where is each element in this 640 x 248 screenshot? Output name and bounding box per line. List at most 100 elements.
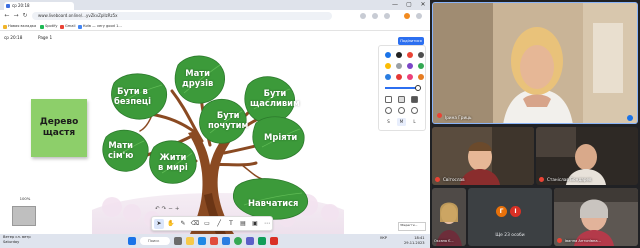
- avatar: Г: [496, 206, 507, 217]
- leaf-label-buty-v-bezpetsi[interactable]: Бути в безпеці: [114, 86, 151, 106]
- hand-tool-icon[interactable]: ✋: [166, 219, 176, 229]
- store-icon[interactable]: [222, 237, 230, 245]
- bookmark-label: Gmail: [65, 24, 76, 28]
- leaf-label-navchatysia[interactable]: Навчатися: [248, 198, 298, 209]
- participant-tile[interactable]: Іванна Антонівна...: [554, 188, 638, 246]
- sticky-note[interactable]: Дерево щастя: [31, 99, 87, 157]
- start-windows-icon[interactable]: [128, 237, 136, 245]
- share-button[interactable]: Поділитися: [398, 37, 424, 45]
- others-tile[interactable]: Г І Ще 23 особи: [468, 188, 552, 246]
- clock-date: 29.11.2023: [404, 241, 425, 245]
- line-tool-icon[interactable]: ╱: [214, 219, 224, 229]
- extensions-icon[interactable]: [360, 13, 366, 19]
- image-tool-icon[interactable]: ▣: [250, 219, 260, 229]
- close-window-button[interactable]: ✕: [416, 0, 430, 10]
- bookmark-item[interactable]: Gmail: [60, 23, 76, 30]
- minimize-button[interactable]: —: [388, 0, 402, 10]
- weather-widget[interactable]: Ветер сл. ветр Saturday: [3, 235, 31, 245]
- leaf-label-maty-simiu[interactable]: Мати сім'ю: [108, 140, 134, 160]
- undo-icon[interactable]: ↶: [155, 206, 162, 212]
- size-small[interactable]: S: [384, 118, 393, 126]
- reload-icon[interactable]: ↻: [21, 12, 29, 20]
- size-large[interactable]: L: [410, 118, 419, 126]
- minimap[interactable]: [12, 206, 36, 226]
- others-count: Ще 23 особи: [495, 233, 525, 238]
- zoom-out-icon[interactable]: −: [168, 206, 175, 212]
- color-swatch[interactable]: [407, 63, 413, 69]
- file-explorer-icon[interactable]: [186, 237, 194, 245]
- maximize-button[interactable]: ▢: [402, 0, 416, 10]
- line-style-option[interactable]: [385, 107, 392, 114]
- color-swatch[interactable]: [385, 52, 391, 58]
- taskbar-search[interactable]: Поиск: [140, 237, 170, 245]
- color-swatch[interactable]: [385, 63, 391, 69]
- teams-icon[interactable]: [246, 237, 254, 245]
- color-swatch[interactable]: [418, 74, 424, 80]
- meet-icon[interactable]: [258, 237, 266, 245]
- participant-tile[interactable]: Станіслав Бондарев: [536, 127, 638, 185]
- office-icon[interactable]: [210, 237, 218, 245]
- size-medium[interactable]: M: [397, 118, 406, 126]
- leaf-label-buty-shchaslyvym[interactable]: Бути щасливим: [250, 88, 300, 108]
- line-style-option[interactable]: [398, 107, 405, 114]
- downloads-icon[interactable]: [384, 13, 390, 19]
- line-style-option[interactable]: [411, 107, 418, 114]
- task-view-icon[interactable]: [174, 237, 182, 245]
- text-tool-icon[interactable]: T: [226, 219, 236, 229]
- bookmark-label: Spotify: [45, 24, 58, 28]
- system-clock[interactable]: 18:41 29.11.2023: [404, 236, 425, 246]
- bookmark-item[interactable]: Spotify: [40, 23, 58, 30]
- undo-redo-row: ↶↷−+: [155, 206, 181, 214]
- corner-note[interactable]: Зберегти...: [398, 222, 426, 231]
- leaf-line: Мати: [108, 140, 134, 150]
- color-swatch[interactable]: [418, 63, 424, 69]
- color-swatch[interactable]: [396, 63, 402, 69]
- fill-light-option[interactable]: [398, 96, 405, 103]
- leaf-label-maty-druziv[interactable]: Мати друзів: [182, 68, 214, 88]
- color-swatch[interactable]: [407, 74, 413, 80]
- browser-tab[interactable]: ср 20:18: [4, 2, 74, 10]
- profile-avatar-icon[interactable]: [404, 13, 410, 19]
- leaf-line: друзів: [182, 77, 214, 88]
- eraser-tool-icon[interactable]: ⌫: [190, 219, 200, 229]
- color-swatch[interactable]: [407, 52, 413, 58]
- slider-handle[interactable]: [415, 84, 421, 91]
- zoom-in-icon[interactable]: +: [175, 206, 182, 212]
- fill-none-option[interactable]: [385, 96, 392, 103]
- leaf-label-buty-pochutym[interactable]: Бути почутим: [208, 110, 248, 130]
- color-swatch[interactable]: [418, 52, 424, 58]
- color-swatch[interactable]: [385, 74, 391, 80]
- board-name[interactable]: ср 20:18: [4, 35, 22, 40]
- menu-dots-icon[interactable]: [416, 13, 422, 19]
- shape-tool-icon[interactable]: ▭: [202, 219, 212, 229]
- stroke-width-slider[interactable]: [385, 87, 419, 89]
- bookmarks-bar: Новая вкладка Spotify Gmail Київ — very …: [0, 22, 430, 31]
- color-swatch[interactable]: [396, 74, 402, 80]
- app-icon[interactable]: [270, 237, 278, 245]
- bookmark-item[interactable]: Новая вкладка: [3, 23, 36, 30]
- leaf-label-zhyty-v-myri[interactable]: Жити в мирі: [158, 152, 188, 172]
- back-arrow-icon[interactable]: ←: [3, 12, 11, 20]
- main-speaker-tile[interactable]: Ірина Гриць: [432, 2, 638, 124]
- more-tools-icon[interactable]: ⋯: [262, 219, 272, 229]
- participant-tile[interactable]: Світослав: [432, 127, 534, 185]
- bookmark-star-icon[interactable]: [372, 13, 378, 19]
- participant-tile[interactable]: Оксана Є...: [432, 188, 466, 246]
- select-tool-icon[interactable]: ➤: [154, 219, 164, 229]
- whiteboard-canvas[interactable]: Дерево щастя Бути в безпеці Мати друзів …: [0, 45, 430, 234]
- leaf-label-mriiaty[interactable]: Мріяти: [264, 132, 297, 143]
- color-swatch[interactable]: [396, 52, 402, 58]
- speaking-indicator-icon: [627, 115, 633, 121]
- chrome-icon[interactable]: [234, 237, 242, 245]
- pen-tool-icon[interactable]: ✎: [178, 219, 188, 229]
- forward-arrow-icon[interactable]: →: [12, 12, 20, 20]
- language-indicator[interactable]: УКР: [380, 236, 387, 241]
- zoom-level[interactable]: 100%: [4, 195, 46, 203]
- bookmark-item[interactable]: Київ — very good 1...: [78, 23, 122, 30]
- edge-icon[interactable]: [198, 237, 206, 245]
- fill-solid-option[interactable]: [411, 96, 418, 103]
- sticky-tool-icon[interactable]: ▤: [238, 219, 248, 229]
- page-selector[interactable]: Page 1: [38, 35, 52, 40]
- participant-name: Ірина Гриць: [445, 115, 472, 120]
- address-bar[interactable]: www.liveboard.online/...yvZkvZpllzRz5x: [32, 12, 332, 20]
